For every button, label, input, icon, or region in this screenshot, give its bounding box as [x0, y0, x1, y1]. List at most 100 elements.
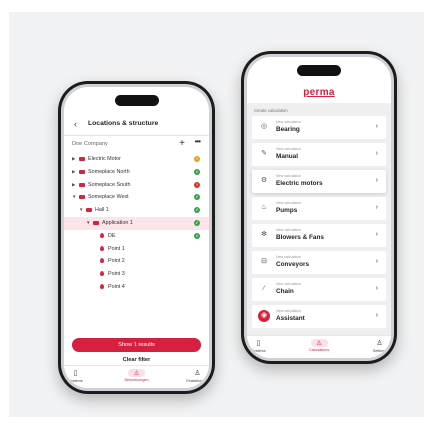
- chevron-right-icon: ›: [375, 312, 378, 319]
- plus-icon[interactable]: +: [179, 138, 185, 149]
- nav-systems[interactable]: ▯ Systems: [247, 339, 279, 353]
- calc-card-manual[interactable]: ✎ New calculation Manual ›: [252, 143, 386, 166]
- folder-icon: [93, 220, 99, 225]
- tree-label: Point 3: [108, 271, 125, 278]
- folder-icon: [79, 157, 85, 161]
- drop-icon: [100, 258, 104, 264]
- nav-label: Einstellungen: [186, 379, 209, 383]
- user-icon: ♙: [376, 340, 383, 347]
- nav-calculations[interactable]: ◬ Calculations: [299, 339, 339, 352]
- tree-label: DE: [108, 232, 116, 239]
- screen-locations: ‹ Locations & structure Doe Company + ••…: [64, 87, 209, 388]
- calc-card-blowers-fans[interactable]: ✻ New calculation Blowers & Fans ›: [252, 224, 386, 247]
- status-badge: ✓: [194, 232, 200, 239]
- tree-row[interactable]: Point 1: [64, 243, 209, 256]
- status-badge: !: [194, 181, 200, 188]
- caret-down-icon[interactable]: ▼: [86, 220, 90, 225]
- perma-logo: perma: [303, 87, 335, 98]
- nav-label: Settings: [372, 349, 387, 353]
- device-icon: ▯: [73, 370, 78, 377]
- page-title: Locations & structure: [88, 120, 159, 127]
- card-subtitle: New calculation: [276, 228, 302, 232]
- status-badge: ✓: [194, 219, 200, 226]
- folder-icon: [79, 182, 85, 187]
- drop-icon: [100, 245, 104, 251]
- location-tree: ▶ Electric Motor! ▶ Someplace North ✓ ▶ Somepl…: [64, 153, 209, 294]
- tree-row[interactable]: ▼ Someplace West ✓: [64, 191, 209, 204]
- drop-icon: [100, 271, 104, 277]
- calc-card-bearing[interactable]: ◎ New calculation Bearing ›: [252, 116, 386, 139]
- tree-label: Point 1: [108, 245, 125, 252]
- manual-icon: ✎: [261, 150, 267, 157]
- card-title: Assistant: [276, 315, 305, 322]
- section-title: Create calculation: [254, 108, 288, 113]
- folder-icon: [79, 195, 85, 200]
- tree-label: Someplace West: [88, 194, 129, 201]
- calculation-cards: ◎ New calculation Bearing › ✎ New calculation…: [252, 116, 386, 332]
- calc-card-assistant[interactable]: ◉ New calculation Assistant ›: [252, 305, 386, 328]
- tree-label: Point 2: [108, 258, 125, 265]
- tree-row[interactable]: Point 4: [64, 281, 209, 294]
- nav-berechnungen[interactable]: ◬ Berechnungen: [117, 369, 157, 382]
- bottom-nav: ▯ Systeme ◬ Berechnungen ♙ Einstellungen: [64, 365, 209, 388]
- tree-row[interactable]: ▼ Hall 1 ✓: [64, 204, 209, 217]
- chevron-right-icon: ›: [375, 231, 378, 238]
- nav-label: Systems: [251, 349, 266, 353]
- folder-icon: [79, 169, 85, 174]
- company-row: Doe Company + •••: [72, 137, 201, 151]
- caret-right-icon[interactable]: ▶: [72, 156, 75, 162]
- caret-right-icon[interactable]: ▶: [72, 169, 75, 175]
- caret-right-icon[interactable]: ▶: [72, 182, 75, 188]
- calc-card-conveyors[interactable]: ⊟ New calculation Conveyors ›: [252, 251, 386, 274]
- bearing-icon: ◎: [260, 123, 268, 130]
- pump-icon: ♨: [260, 204, 268, 211]
- show-results-button[interactable]: Show 1 results: [72, 338, 201, 352]
- chevron-right-icon: ›: [375, 177, 378, 184]
- tree-row[interactable]: DE ✓: [64, 230, 209, 243]
- dynamic-island: [114, 95, 159, 106]
- tree-row[interactable]: Point 2: [64, 255, 209, 268]
- card-title: Conveyors: [276, 261, 310, 268]
- chevron-left-icon[interactable]: ‹: [74, 119, 77, 129]
- nav-settings[interactable]: ♙ Settings: [359, 339, 391, 353]
- chevron-right-icon: ›: [375, 258, 378, 265]
- tree-label: Electric Motor: [88, 156, 121, 162]
- bottom-nav: ▯ Systems ◬ Calculations ♙ Settings: [247, 335, 391, 358]
- tree-row[interactable]: ▼ Application 1 ✓: [64, 216, 209, 230]
- tree-row[interactable]: Point 3: [64, 268, 209, 281]
- logo-bar: perma: [247, 79, 391, 103]
- caret-down-icon[interactable]: ▼: [72, 194, 76, 199]
- chain-icon: ∕: [263, 285, 265, 292]
- dynamic-island: [297, 65, 341, 76]
- more-icon[interactable]: •••: [195, 137, 201, 146]
- status-badge: ✓: [194, 194, 200, 201]
- background-panel: ‹ Locations & structure Doe Company + ••…: [9, 12, 424, 417]
- screen-calculations: perma Create calculation ◎ New calculatio…: [247, 57, 391, 358]
- phone-calculations: perma Create calculation ◎ New calculatio…: [241, 51, 397, 364]
- chevron-right-icon: ›: [375, 150, 378, 157]
- nav-label: Systeme: [68, 379, 83, 383]
- phone-locations: ‹ Locations & structure Doe Company + ••…: [58, 81, 215, 394]
- user-icon: ♙: [194, 370, 201, 377]
- motor-icon: ⚙: [260, 177, 268, 184]
- status-badge: ✓: [194, 207, 200, 214]
- tree-row[interactable]: ▶ Someplace North ✓: [64, 166, 209, 179]
- header: ‹ Locations & structure: [64, 117, 209, 136]
- calc-card-electric-motors[interactable]: ⚙ New calculation Electric motors ›: [252, 170, 386, 193]
- tree-row[interactable]: ▶ Electric Motor!: [64, 153, 209, 166]
- caret-down-icon[interactable]: ▼: [79, 207, 83, 212]
- card-title: Chain: [276, 288, 294, 295]
- tree-row[interactable]: ▶ Someplace South!: [64, 179, 209, 192]
- nav-einstellungen[interactable]: ♙ Einstellungen: [177, 369, 209, 383]
- tree-label: Someplace North: [88, 168, 130, 175]
- card-title: Pumps: [276, 207, 298, 214]
- calc-card-pumps[interactable]: ♨ New calculation Pumps ›: [252, 197, 386, 220]
- conveyor-icon: ⊟: [261, 258, 267, 265]
- nav-systeme[interactable]: ▯ Systeme: [64, 369, 96, 383]
- calculation-list: Create calculation ◎ New calculation Beari…: [247, 103, 391, 336]
- clear-filter-button[interactable]: Clear filter: [64, 357, 209, 363]
- drop-icon: ◬: [128, 369, 145, 377]
- tree-label: Hall 1: [95, 207, 109, 214]
- card-subtitle: New calculation: [276, 147, 302, 151]
- calc-card-chain[interactable]: ∕ New calculation Chain ›: [252, 278, 386, 301]
